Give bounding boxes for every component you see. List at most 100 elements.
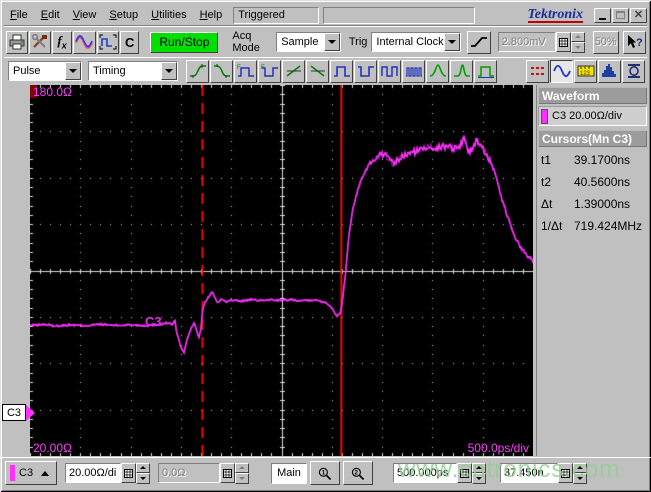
spin-down-icon[interactable] (136, 473, 150, 484)
trace-c3-label: C3 (145, 314, 162, 329)
pos-width-f-icon: F (237, 65, 254, 77)
keypad-icon (561, 468, 570, 478)
spin-up-icon[interactable] (136, 462, 150, 473)
mask-display-button[interactable] (622, 59, 645, 83)
keypad-button[interactable] (220, 463, 235, 483)
math-fx-button[interactable]: fx (52, 30, 73, 54)
menu-edit[interactable]: Edit (35, 7, 67, 23)
histogram-display-button[interactable] (598, 59, 621, 83)
trig-label: Trig (348, 36, 368, 48)
signal-shape-select[interactable]: Pulse (8, 61, 82, 81)
waveform-channel-row[interactable]: C3 20.00Ω/div (538, 106, 647, 126)
keypad-button[interactable] (121, 463, 136, 483)
keypad-button[interactable] (555, 32, 571, 52)
vertical-offset-input[interactable]: 0.0Ω (158, 463, 220, 483)
zoom-in-button[interactable]: 1 (310, 461, 340, 485)
pos-pulse-button[interactable] (330, 59, 353, 83)
pos-peak-button[interactable] (426, 59, 449, 83)
spin-down-icon[interactable] (570, 42, 585, 53)
measurement-toolbar: Pulse Timing F F 123 (4, 57, 647, 84)
pos-crossing-button[interactable] (282, 59, 305, 83)
trigger-source-select[interactable]: Internal Clock (371, 32, 461, 52)
horizontal-position-input[interactable]: 37.450n (500, 463, 558, 483)
timebase-scale-control: 500.000ps (393, 462, 486, 484)
trigger-slope-button[interactable] (466, 30, 491, 54)
measure-category-select[interactable]: Timing (88, 61, 178, 81)
channel-color-swatch (541, 108, 548, 124)
waveform-display-button[interactable] (550, 59, 573, 83)
spin-up-icon[interactable] (472, 462, 486, 473)
neg-pulse-button[interactable] (354, 59, 377, 83)
vertical-scale-input[interactable]: 20.00Ω/di (65, 463, 121, 483)
svg-text:?: ? (636, 37, 643, 49)
tools-icon (31, 34, 47, 48)
chevron-down-icon[interactable] (161, 62, 177, 80)
trigger-level-control: 2.800mV (497, 31, 585, 53)
c-letter-icon: C (125, 34, 135, 50)
spin-down-icon[interactable] (573, 473, 587, 484)
menu-view[interactable]: View (67, 7, 104, 23)
spin-up-icon[interactable] (570, 31, 585, 42)
readout-row-t2: t2 40.5600ns (541, 175, 631, 189)
main-toolbar: fx C Run/Stop Acq Mode Sample Trig Inter… (4, 29, 647, 55)
channel-select-button[interactable]: C3 (5, 461, 57, 485)
readout-row-inv-dt: 1/Δt 719.424MHz (541, 219, 643, 233)
pos-pulse-icon (333, 66, 350, 77)
flat-pulse-button[interactable] (474, 59, 497, 83)
chevron-down-icon[interactable] (323, 33, 340, 51)
spin-up-icon[interactable] (235, 462, 249, 473)
chevron-down-icon[interactable] (443, 33, 460, 51)
context-help-button[interactable]: ? (622, 30, 646, 54)
close-button[interactable]: ✕ (630, 7, 647, 23)
timebase-mode-box: Main (271, 462, 307, 484)
scope-canvas[interactable] (30, 85, 533, 456)
waveform-colors-button[interactable] (73, 30, 97, 54)
keypad-button[interactable] (457, 463, 472, 483)
svg-text:2: 2 (354, 469, 358, 476)
zoom-out-button[interactable]: 2 (343, 461, 373, 485)
pulse-define-button[interactable] (97, 30, 120, 54)
rise-time-button[interactable] (186, 59, 209, 83)
minimize-button[interactable] (594, 7, 611, 23)
keypad-button[interactable] (558, 463, 573, 483)
measurements-display-button[interactable]: 123 (574, 59, 597, 83)
tools-button[interactable] (29, 30, 51, 54)
menu-help[interactable]: Help (194, 7, 230, 23)
chevron-down-icon[interactable] (65, 62, 81, 80)
vertical-scale-spinner (136, 462, 150, 484)
acq-mode-select[interactable]: Sample (276, 32, 341, 52)
close-icon: ✕ (633, 8, 644, 21)
timebase-scale-input[interactable]: 500.000ps (393, 463, 457, 483)
menu-setup[interactable]: Setup (103, 7, 145, 23)
readout-panel: Waveform C3 20.00Ω/div Cursors(Mn C3) t1… (536, 85, 648, 456)
spin-down-icon[interactable] (235, 473, 249, 484)
pos-crossing-icon (286, 65, 301, 77)
spin-down-icon[interactable] (472, 473, 486, 484)
oscilloscope-app-window: File Edit View Setup Utilities Help Trig… (0, 0, 651, 492)
maximize-button[interactable] (612, 7, 629, 23)
channel-reference-marker[interactable]: C3 (2, 404, 36, 421)
clear-button[interactable]: C (120, 30, 140, 54)
print-button[interactable] (6, 30, 28, 54)
run-stop-button[interactable]: Run/Stop (150, 31, 219, 53)
neg-crossing-button[interactable] (306, 59, 329, 83)
trigger-level-input[interactable]: 2.800mV (497, 32, 556, 52)
timebase-scale-spinner (472, 462, 486, 484)
menu-file[interactable]: File (4, 7, 35, 23)
pos-width-button[interactable]: F (234, 59, 257, 83)
set-50-percent-button[interactable]: 50% (592, 30, 619, 54)
waveform-graticule[interactable]: 180.0Ω 20.00Ω 500.0ps/div C3 (30, 85, 533, 456)
spin-up-icon[interactable] (573, 462, 587, 473)
neg-peak-icon (453, 64, 470, 77)
keypad-icon (558, 37, 568, 47)
neg-peak-button[interactable] (450, 59, 473, 83)
fall-time-button[interactable] (210, 59, 233, 83)
readout-row-t1: t1 39.1700ns (541, 153, 631, 167)
burst-width-button[interactable] (402, 59, 425, 83)
channel-color-stripe (10, 465, 15, 481)
neg-width-button[interactable]: F (258, 59, 281, 83)
menu-utilities[interactable]: Utilities (145, 7, 193, 23)
sine-display-icon (552, 64, 571, 78)
period-button[interactable] (378, 59, 401, 83)
cursors-toggle-button[interactable] (526, 59, 549, 83)
